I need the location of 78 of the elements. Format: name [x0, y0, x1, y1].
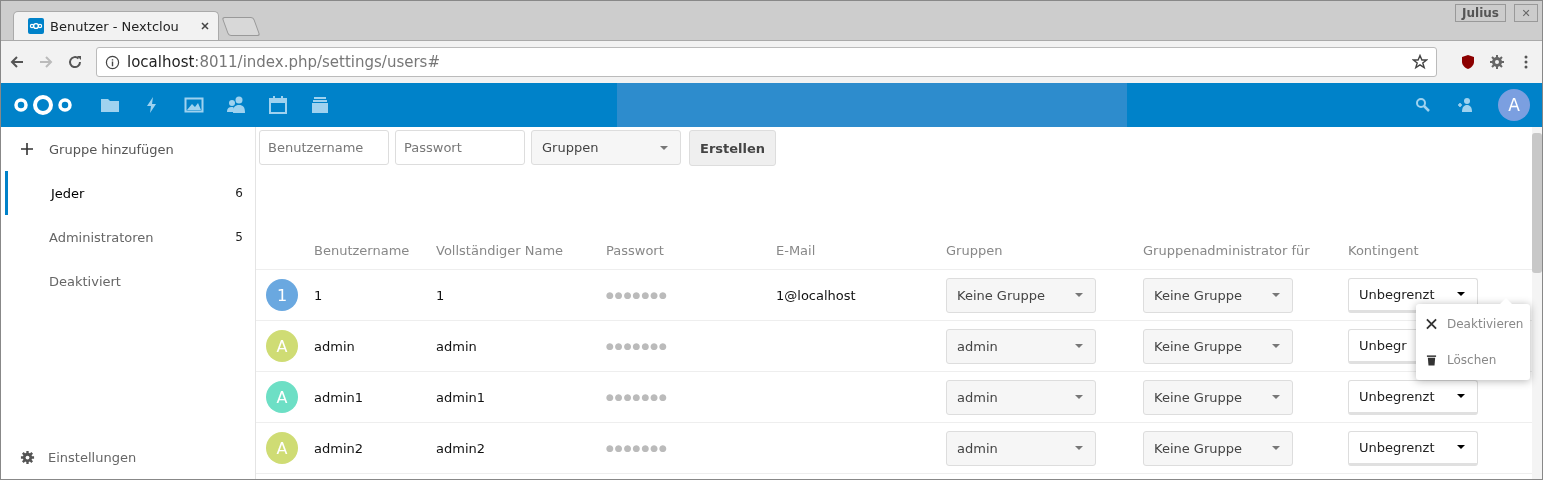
- table-cell: 1: [436, 287, 445, 303]
- table-cell: admin1: [436, 389, 485, 405]
- contacts-icon[interactable]: [226, 95, 246, 115]
- column-header: Gruppen: [945, 242, 1004, 258]
- password-field[interactable]: Passwort: [395, 130, 525, 165]
- settings-button[interactable]: Einstellungen: [1, 435, 255, 479]
- user-avatar: 1: [266, 279, 298, 311]
- group-item[interactable]: Administratoren 5: [1, 215, 255, 259]
- table-cell: ●●●●●●●: [606, 341, 668, 351]
- column-header: Kontingent: [1347, 242, 1420, 258]
- create-button[interactable]: Erstellen: [689, 130, 777, 166]
- calendar-icon[interactable]: [268, 95, 288, 115]
- column-header: E-Mail: [775, 242, 817, 258]
- group-name: Jeder: [51, 185, 86, 201]
- table-cell: admin2: [436, 440, 485, 456]
- deck-icon[interactable]: [310, 95, 330, 115]
- group-name: Administratoren: [49, 229, 155, 245]
- groups-select[interactable]: Keine Gruppe: [946, 277, 1096, 313]
- address-bar[interactable]: localhost:8011/index.php/settings/users#: [96, 47, 1437, 77]
- group-name: Deaktiviert: [49, 273, 122, 289]
- quota-select[interactable]: Unbegrenzt: [1348, 379, 1478, 415]
- tab-title: Benutzer - Nextclou: [50, 18, 180, 34]
- close-icon: [1426, 318, 1437, 330]
- column-header: Vollständiger Name: [435, 242, 565, 258]
- table-cell: 1@localhost: [776, 287, 856, 303]
- user-avatar: A: [266, 381, 298, 413]
- nextcloud-logo[interactable]: [13, 93, 73, 117]
- column-header: Gruppenadministrator für: [1142, 242, 1311, 258]
- column-header: Benutzername: [313, 242, 411, 258]
- group-count: 6: [235, 186, 243, 200]
- contacts-icon[interactable]: [1457, 97, 1473, 113]
- add-group-label: Gruppe hinzufügen: [49, 141, 175, 157]
- add-group-button[interactable]: Gruppe hinzufügen: [1, 127, 255, 171]
- user-avatar: A: [266, 432, 298, 464]
- table-cell: 1: [314, 287, 323, 303]
- new-tab-button[interactable]: [221, 17, 261, 36]
- settings-label: Einstellungen: [48, 449, 138, 465]
- back-icon[interactable]: [9, 54, 25, 70]
- group-item[interactable]: Deaktiviert: [1, 259, 255, 303]
- groups-select[interactable]: admin: [946, 328, 1096, 364]
- groups-select[interactable]: admin: [946, 430, 1096, 466]
- url-text: localhost:8011/index.php/settings/users#: [127, 53, 441, 71]
- star-icon[interactable]: [1412, 54, 1428, 70]
- subadmin-select[interactable]: Keine Gruppe: [1143, 430, 1293, 466]
- subadmin-select[interactable]: Keine Gruppe: [1143, 379, 1293, 415]
- table-cell: admin1: [314, 389, 363, 405]
- table-cell: ●●●●●●●: [606, 443, 668, 453]
- column-header: Passwort: [605, 242, 665, 258]
- image-icon[interactable]: [184, 95, 204, 115]
- group-count: 5: [235, 230, 243, 244]
- groups-select[interactable]: Gruppen: [531, 130, 681, 165]
- profile-button[interactable]: Julius: [1455, 4, 1506, 22]
- table-cell: ●●●●●●●: [606, 290, 668, 300]
- quota-select[interactable]: Unbegrenzt: [1348, 430, 1478, 466]
- subadmin-select[interactable]: Keine Gruppe: [1143, 277, 1293, 313]
- plus-icon: [21, 143, 33, 155]
- group-item[interactable]: Jeder 6: [5, 171, 255, 215]
- groups-select[interactable]: admin: [946, 379, 1096, 415]
- gear-icon[interactable]: [1489, 54, 1505, 70]
- username-field[interactable]: Benutzername: [259, 130, 389, 165]
- trash-icon: [1426, 354, 1437, 366]
- browser-tab[interactable]: Benutzer - Nextclou: [13, 11, 219, 40]
- nextcloud-icon: [28, 18, 44, 34]
- table-cell: admin2: [314, 440, 363, 456]
- info-icon: [105, 54, 120, 70]
- user-avatar: A: [266, 330, 298, 362]
- forward-icon[interactable]: [38, 54, 54, 70]
- close-icon[interactable]: [200, 21, 210, 31]
- settings-icon: [20, 449, 35, 465]
- table-cell: ●●●●●●●: [606, 392, 668, 402]
- table-cell: admin: [314, 338, 355, 354]
- close-button[interactable]: ✕: [1514, 4, 1538, 22]
- shield-icon[interactable]: [1460, 54, 1476, 70]
- search-icon[interactable]: [1415, 97, 1431, 113]
- table-cell: admin: [436, 338, 477, 354]
- subadmin-select[interactable]: Keine Gruppe: [1143, 328, 1293, 364]
- reload-icon[interactable]: [67, 54, 83, 70]
- scrollbar-thumb[interactable]: [1532, 133, 1542, 273]
